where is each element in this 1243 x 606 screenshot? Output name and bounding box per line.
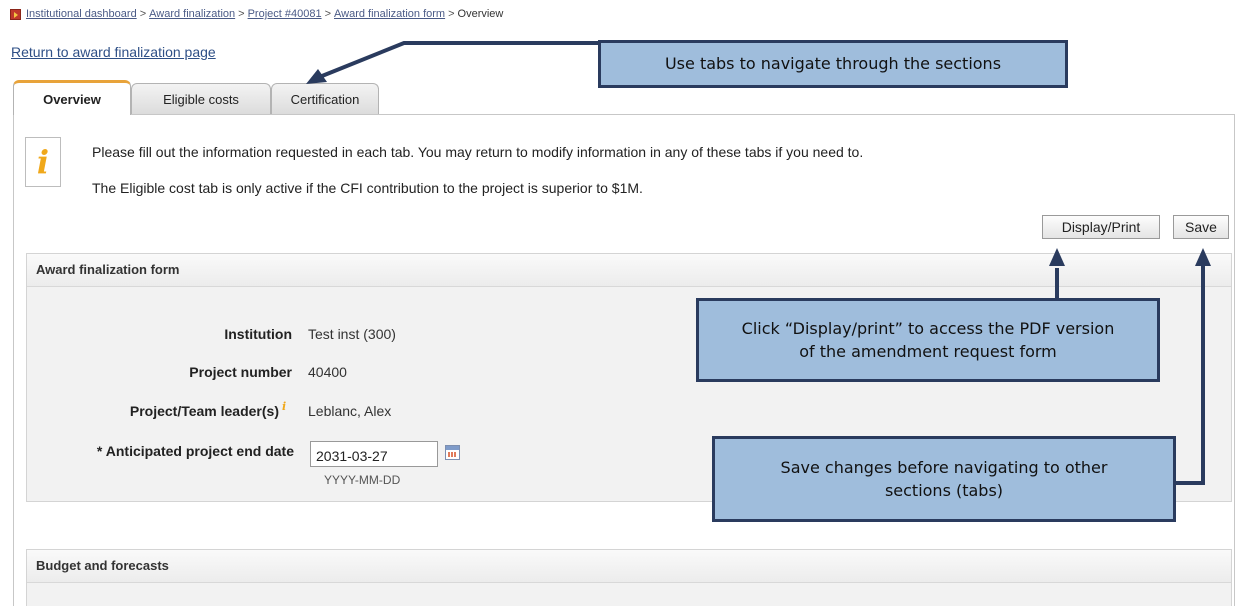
callout-display-print: Click “Display/print” to access the PDF … <box>696 298 1160 382</box>
save-arrow <box>1174 266 1205 485</box>
arrowhead <box>1195 248 1211 266</box>
tabs-arrow <box>319 41 600 79</box>
callout-save: Save changes before navigating to other … <box>712 436 1176 522</box>
callout-tabs: Use tabs to navigate through the section… <box>598 40 1068 88</box>
arrowhead <box>1049 248 1065 266</box>
